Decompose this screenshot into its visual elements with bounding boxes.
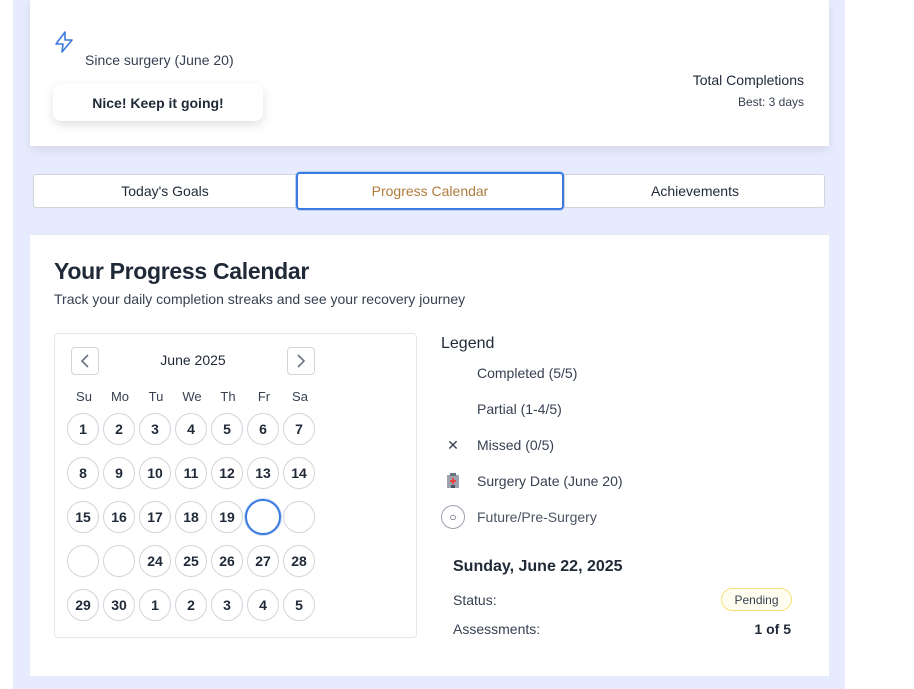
calendar-day[interactable] xyxy=(103,545,135,577)
best-streak-text: Best: 3 days xyxy=(737,95,804,109)
weekday-header: Sa xyxy=(292,389,308,404)
calendar-day[interactable]: 10 xyxy=(139,457,171,489)
hospital-icon-shape xyxy=(447,473,459,488)
calendar-day[interactable]: 8 xyxy=(67,457,99,489)
assessments-value: 1 of 5 xyxy=(754,621,791,637)
calendar-day[interactable]: 30 xyxy=(103,589,135,621)
calendar-day[interactable]: 3 xyxy=(211,589,243,621)
calendar-day[interactable]: 5 xyxy=(211,413,243,445)
calendar-day[interactable]: 4 xyxy=(175,413,207,445)
legend-title: Legend xyxy=(441,335,495,352)
chevron-right-icon xyxy=(297,354,306,368)
calendar-day[interactable]: 26 xyxy=(211,545,243,577)
calendar-day[interactable]: 18 xyxy=(175,501,207,533)
calendar-day[interactable]: 14 xyxy=(283,457,315,489)
lightning-icon xyxy=(55,31,73,53)
calendar-day[interactable]: 9 xyxy=(103,457,135,489)
legend-partial-label: Partial (1-4/5) xyxy=(477,401,562,417)
calendar-day[interactable]: 25 xyxy=(175,545,207,577)
status-badge: Pending xyxy=(721,588,792,611)
calendar-day[interactable]: 17 xyxy=(139,501,171,533)
completed-icon xyxy=(441,361,465,385)
selected-date-title: Sunday, June 22, 2025 xyxy=(453,558,623,575)
assessments-label: Assessments: xyxy=(453,621,541,637)
calendar-day[interactable]: 5 xyxy=(283,589,315,621)
legend-completed-label: Completed (5/5) xyxy=(477,365,578,381)
weekday-header: Fr xyxy=(257,389,271,404)
next-month-button[interactable] xyxy=(287,347,315,375)
calendar-day[interactable]: 3 xyxy=(139,413,171,445)
status-label: Status: xyxy=(453,592,497,608)
calendar-day[interactable]: 15 xyxy=(67,501,99,533)
legend-missed-label: Missed (0/5) xyxy=(477,437,555,453)
page-subtitle: Track your daily completion streaks and … xyxy=(54,291,466,307)
weekday-header: Th xyxy=(220,389,236,404)
legend-surgery-label: Surgery Date (June 20) xyxy=(477,473,623,489)
future-circle-icon: ○ xyxy=(441,505,465,529)
total-completions-label: Total Completions xyxy=(692,72,804,88)
tab-achievements[interactable]: Achievements xyxy=(564,175,825,207)
weekday-header: We xyxy=(182,389,202,404)
partial-icon xyxy=(441,397,465,421)
calendar-day-selected[interactable] xyxy=(245,499,281,535)
calendar-day[interactable]: 6 xyxy=(247,413,279,445)
calendar-day[interactable] xyxy=(283,501,315,533)
tab-progress-calendar[interactable]: Progress Calendar xyxy=(296,172,564,210)
encouragement-badge: Nice! Keep it going! xyxy=(53,84,263,121)
weekday-header: Tu xyxy=(148,389,164,404)
calendar-day[interactable]: 29 xyxy=(67,589,99,621)
page-title: Your Progress Calendar xyxy=(54,258,310,284)
calendar-day[interactable]: 16 xyxy=(103,501,135,533)
weekday-header: Su xyxy=(76,389,92,404)
calendar-day[interactable]: 28 xyxy=(283,545,315,577)
calendar-day[interactable]: 27 xyxy=(247,545,279,577)
calendar-day[interactable]: 1 xyxy=(67,413,99,445)
legend-future-label: Future/Pre-Surgery xyxy=(477,509,597,525)
tab-todays-goals[interactable]: Today's Goals xyxy=(34,175,297,207)
calendar: June 2025 Su Mo Tu We Th Fr Sa 1 2 3 4 5… xyxy=(54,333,417,638)
calendar-day[interactable]: 2 xyxy=(103,413,135,445)
calendar-day[interactable]: 1 xyxy=(139,589,171,621)
calendar-day[interactable]: 12 xyxy=(211,457,243,489)
calendar-day[interactable] xyxy=(67,545,99,577)
calendar-day[interactable]: 19 xyxy=(211,501,243,533)
calendar-day[interactable]: 24 xyxy=(139,545,171,577)
calendar-day[interactable]: 2 xyxy=(175,589,207,621)
hospital-icon xyxy=(441,469,465,493)
calendar-day[interactable]: 4 xyxy=(247,589,279,621)
calendar-day[interactable]: 7 xyxy=(283,413,315,445)
tab-bar: Today's Goals Progress Calendar Achievem… xyxy=(33,172,825,210)
missed-x-icon: ✕ xyxy=(447,436,459,453)
weekday-header: Mo xyxy=(110,389,130,404)
since-surgery-text: Since surgery (June 20) xyxy=(85,52,234,68)
calendar-day[interactable]: 11 xyxy=(175,457,207,489)
calendar-day[interactable]: 13 xyxy=(247,457,279,489)
